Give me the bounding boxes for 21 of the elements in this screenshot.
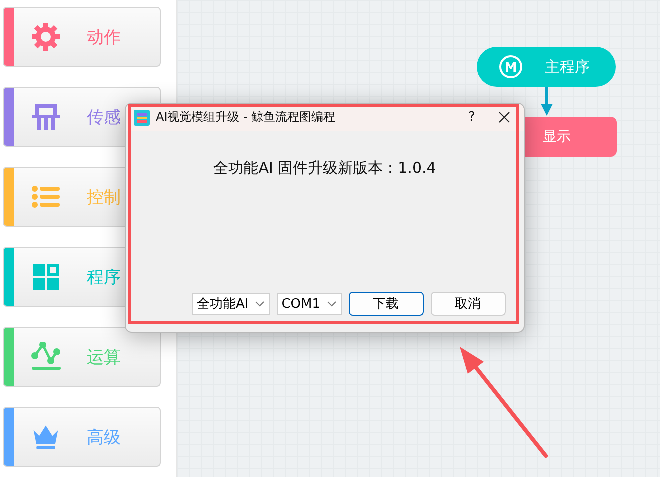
category-button[interactable]: 高级 (3, 407, 161, 467)
message-text: 全功能AI 固件升级新版本：1.0.4 (212, 159, 438, 178)
line-chart-icon (31, 342, 61, 372)
grid-icon (32, 263, 60, 291)
connector-arrow (541, 87, 553, 116)
bench-icon (31, 102, 61, 132)
caret-icon (254, 301, 265, 307)
dialog-button[interactable]: 取消 (430, 292, 506, 316)
category-button[interactable]: 动作 (3, 7, 161, 67)
caret-icon (326, 301, 337, 307)
node-label: 显示 (543, 128, 571, 146)
main-icon (499, 55, 523, 79)
app-icon (134, 110, 150, 126)
dropdown[interactable]: COM1 (276, 293, 342, 315)
close-icon[interactable] (499, 112, 510, 123)
category-button[interactable]: 运算 (3, 327, 161, 387)
dialog-button[interactable]: 下载 (348, 292, 424, 316)
node-label: 主程序 (545, 58, 590, 76)
dropdown[interactable]: 全功能AI (192, 293, 270, 315)
gear-icon (31, 22, 61, 52)
start-node[interactable]: 主程序 (477, 47, 616, 87)
